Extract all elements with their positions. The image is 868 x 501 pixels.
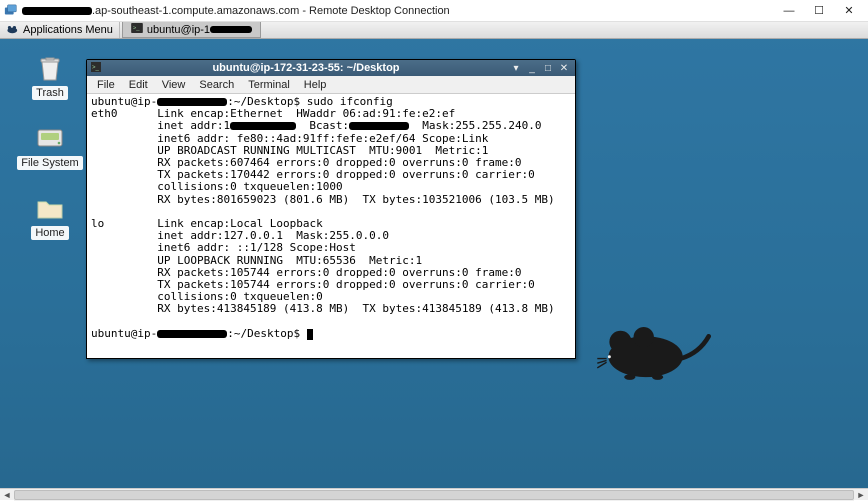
svg-text:>_: >_ [133, 26, 140, 32]
menu-edit[interactable]: Edit [129, 79, 148, 91]
folder-icon [34, 192, 66, 224]
menu-search[interactable]: Search [199, 79, 234, 91]
terminal-cursor [307, 329, 313, 340]
terminal-window[interactable]: >_ ubuntu@ip-172-31-23-55: ~/Desktop ▾ _… [86, 59, 576, 359]
rdp-icon [4, 4, 18, 18]
desktop-icon-label: Trash [32, 86, 68, 100]
taskbar-label: ubuntu@ip-1 [147, 24, 252, 36]
menu-file[interactable]: File [97, 79, 115, 91]
terminal-title-icon: >_ [91, 62, 101, 75]
xfce-desktop[interactable]: Applications Menu >_ ubuntu@ip-1 Trash F… [0, 22, 868, 488]
menu-terminal[interactable]: Terminal [248, 79, 290, 91]
menu-help[interactable]: Help [304, 79, 327, 91]
xfce-panel: Applications Menu >_ ubuntu@ip-1 [0, 22, 868, 39]
rdp-titlebar: .ap-southeast-1.compute.amazonaws.com - … [0, 0, 868, 22]
drive-icon [34, 122, 66, 154]
taskbar-terminal-button[interactable]: >_ ubuntu@ip-1 [122, 22, 261, 38]
terminal-output[interactable]: ubuntu@ip-:~/Desktop$ sudo ifconfig eth0… [87, 94, 575, 358]
trash-icon [34, 52, 66, 84]
applications-menu-label: Applications Menu [23, 24, 113, 36]
terminal-title: ubuntu@ip-172-31-23-55: ~/Desktop [105, 62, 507, 74]
desktop-icon-filesystem[interactable]: File System [15, 122, 85, 170]
rdp-minimize-button[interactable]: — [774, 1, 804, 21]
redacted-host [22, 7, 92, 15]
window-maximize-button[interactable]: □ [541, 62, 555, 74]
rdp-window-title: .ap-southeast-1.compute.amazonaws.com - … [22, 5, 774, 17]
scroll-thumb[interactable] [14, 490, 854, 500]
rdp-close-button[interactable]: ✕ [834, 1, 864, 21]
window-pin-button[interactable]: ▾ [509, 62, 523, 74]
menu-view[interactable]: View [162, 79, 186, 91]
desktop-icon-home[interactable]: Home [15, 192, 85, 240]
terminal-titlebar[interactable]: >_ ubuntu@ip-172-31-23-55: ~/Desktop ▾ _… [87, 60, 575, 76]
desktop-icon-trash[interactable]: Trash [15, 52, 85, 100]
terminal-menubar: File Edit View Search Terminal Help [87, 76, 575, 94]
scroll-left-button[interactable]: ◄ [0, 489, 14, 501]
mouse-icon [6, 23, 20, 38]
scroll-right-button[interactable]: ► [854, 489, 868, 501]
scroll-track[interactable] [14, 489, 854, 501]
rdp-maximize-button[interactable]: ☐ [804, 1, 834, 21]
xfce-mouse-logo [588, 314, 718, 388]
desktop-icon-label: File System [17, 156, 82, 170]
window-close-button[interactable]: ✕ [557, 62, 571, 74]
terminal-icon: >_ [131, 23, 143, 36]
remote-desktop-viewport: Applications Menu >_ ubuntu@ip-1 Trash F… [0, 22, 868, 488]
desktop-icon-label: Home [31, 226, 68, 240]
window-minimize-button[interactable]: _ [525, 62, 539, 74]
horizontal-scrollbar[interactable]: ◄ ► [0, 488, 868, 500]
applications-menu-button[interactable]: Applications Menu [0, 22, 120, 38]
svg-text:>_: >_ [92, 65, 100, 71]
